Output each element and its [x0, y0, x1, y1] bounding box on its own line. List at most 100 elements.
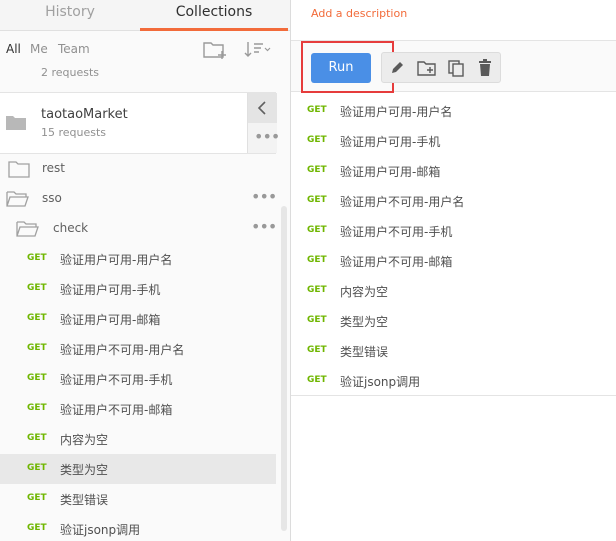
request-name: 验证用户可用-用户名 — [60, 253, 173, 267]
sort-icon[interactable] — [243, 39, 273, 64]
collection-more-icon[interactable]: ••• — [254, 127, 280, 146]
method-badge: GET — [307, 345, 327, 355]
request-row[interactable]: GET 验证用户不可用-手机 — [0, 364, 276, 394]
request-row[interactable]: GET 验证用户不可用-用户名 — [291, 186, 616, 216]
method-badge: GET — [27, 343, 47, 353]
method-badge: GET — [307, 135, 327, 145]
request-row[interactable]: GET 验证用户可用-用户名 — [291, 96, 616, 126]
method-badge: GET — [307, 285, 327, 295]
request-row[interactable]: GET 验证jsonp调用 — [0, 514, 276, 541]
folder-open-icon — [16, 220, 40, 241]
folder-label: rest — [42, 161, 66, 175]
method-badge: GET — [307, 375, 327, 385]
request-name: 验证用户可用-手机 — [340, 135, 441, 149]
method-badge: GET — [27, 523, 47, 533]
folder-icon — [8, 160, 30, 181]
request-name: 验证用户不可用-用户名 — [340, 195, 465, 209]
request-name: 内容为空 — [60, 433, 109, 447]
method-badge: GET — [307, 105, 327, 115]
request-name: 类型错误 — [60, 493, 109, 507]
filter-me[interactable]: Me — [30, 42, 48, 56]
method-badge: GET — [27, 253, 47, 263]
folder-sso[interactable]: sso ••• — [0, 184, 277, 214]
new-folder-icon[interactable] — [202, 39, 228, 64]
collection-name: taotaoMarket — [41, 107, 128, 122]
folder-rest[interactable]: rest — [0, 154, 276, 184]
request-row[interactable]: GET 验证用户可用-手机 — [0, 274, 276, 304]
request-name: 类型为空 — [340, 315, 389, 329]
request-row[interactable]: GET 类型错误 — [291, 336, 616, 366]
request-name: 内容为空 — [340, 285, 389, 299]
request-row[interactable]: GET 验证用户可用-邮箱 — [291, 156, 616, 186]
request-row[interactable]: GET 验证用户不可用-邮箱 — [0, 394, 276, 424]
request-name: 类型为空 — [60, 463, 109, 477]
method-badge: GET — [307, 225, 327, 235]
request-row[interactable]: GET 验证用户可用-手机 — [291, 126, 616, 156]
request-name: 验证用户可用-邮箱 — [340, 165, 441, 179]
request-row[interactable]: GET 验证用户可用-用户名 — [0, 244, 276, 274]
folder-more-icon[interactable]: ••• — [251, 187, 277, 206]
folder-check[interactable]: check ••• — [0, 214, 277, 244]
tab-collections[interactable]: Collections — [140, 0, 288, 31]
edit-icon[interactable] — [387, 58, 407, 78]
tab-history[interactable]: History — [0, 0, 140, 28]
request-name: 验证jsonp调用 — [340, 375, 421, 389]
request-name: 验证jsonp调用 — [60, 523, 141, 537]
method-badge: GET — [27, 463, 47, 473]
method-badge: GET — [307, 255, 327, 265]
method-badge: GET — [27, 373, 47, 383]
method-badge: GET — [27, 403, 47, 413]
collection-toolbar: Run — [291, 41, 616, 93]
request-row[interactable]: GET 验证用户不可用-用户名 — [0, 334, 276, 364]
method-badge: GET — [27, 433, 47, 443]
add-description-link[interactable]: Add a description — [311, 7, 407, 20]
delete-icon[interactable] — [475, 58, 495, 78]
folder-more-icon[interactable]: ••• — [251, 217, 277, 236]
request-name: 类型错误 — [340, 345, 389, 359]
request-row-selected[interactable]: GET 类型为空 — [0, 454, 276, 484]
list-divider — [291, 395, 616, 396]
scrollbar[interactable] — [281, 206, 287, 531]
method-badge: GET — [27, 313, 47, 323]
request-row[interactable]: GET 内容为空 — [0, 424, 276, 454]
sidebar-tabs: History Collections — [0, 0, 290, 31]
sidebar: History Collections All Me Team 2 reques… — [0, 0, 291, 541]
duplicate-icon[interactable] — [446, 58, 466, 78]
request-row[interactable]: GET 内容为空 — [291, 276, 616, 306]
request-row[interactable]: GET 验证jsonp调用 — [291, 366, 616, 396]
folder-label: sso — [42, 191, 62, 205]
folder-label: check — [53, 221, 89, 235]
prev-collection-count: 2 requests — [41, 66, 100, 79]
request-row[interactable]: GET 验证用户不可用-手机 — [291, 216, 616, 246]
request-name: 验证用户可用-手机 — [60, 283, 161, 297]
request-name: 验证用户不可用-手机 — [60, 373, 173, 387]
collection-detail-panel: Add a description Run GET 验证用户可用-用户名 GET 验… — [291, 0, 616, 541]
method-badge: GET — [307, 195, 327, 205]
collapse-arrow-icon[interactable] — [248, 93, 277, 123]
collection-actions — [381, 52, 501, 83]
request-row[interactable]: GET 验证用户可用-邮箱 — [0, 304, 276, 334]
request-name: 验证用户可用-用户名 — [340, 105, 453, 119]
filter-team[interactable]: Team — [58, 42, 90, 56]
collection-card[interactable]: taotaoMarket 15 requests ••• — [0, 92, 280, 154]
description-bar: Add a description — [291, 0, 616, 41]
collections-list[interactable]: 2 requests taotaoMarket 15 requests ••• … — [0, 66, 290, 541]
collection-side-panel: ••• — [247, 93, 280, 153]
folder-open-icon — [6, 190, 30, 211]
request-row[interactable]: GET 验证用户不可用-邮箱 — [291, 246, 616, 276]
request-name: 验证用户不可用-邮箱 — [340, 255, 453, 269]
request-name: 验证用户不可用-手机 — [340, 225, 453, 239]
request-row[interactable]: GET 类型为空 — [291, 306, 616, 336]
collection-filters: All Me Team — [0, 31, 290, 67]
add-folder-icon[interactable] — [416, 58, 436, 78]
request-name: 验证用户不可用-用户名 — [60, 343, 185, 357]
method-badge: GET — [307, 165, 327, 175]
collection-count: 15 requests — [41, 126, 107, 139]
filter-all[interactable]: All — [6, 42, 21, 56]
collection-folder-icon — [6, 114, 26, 133]
request-row[interactable]: GET 类型错误 — [0, 484, 276, 514]
method-badge: GET — [307, 315, 327, 325]
method-badge: GET — [27, 283, 47, 293]
method-badge: GET — [27, 493, 47, 503]
request-name: 验证用户可用-邮箱 — [60, 313, 161, 327]
